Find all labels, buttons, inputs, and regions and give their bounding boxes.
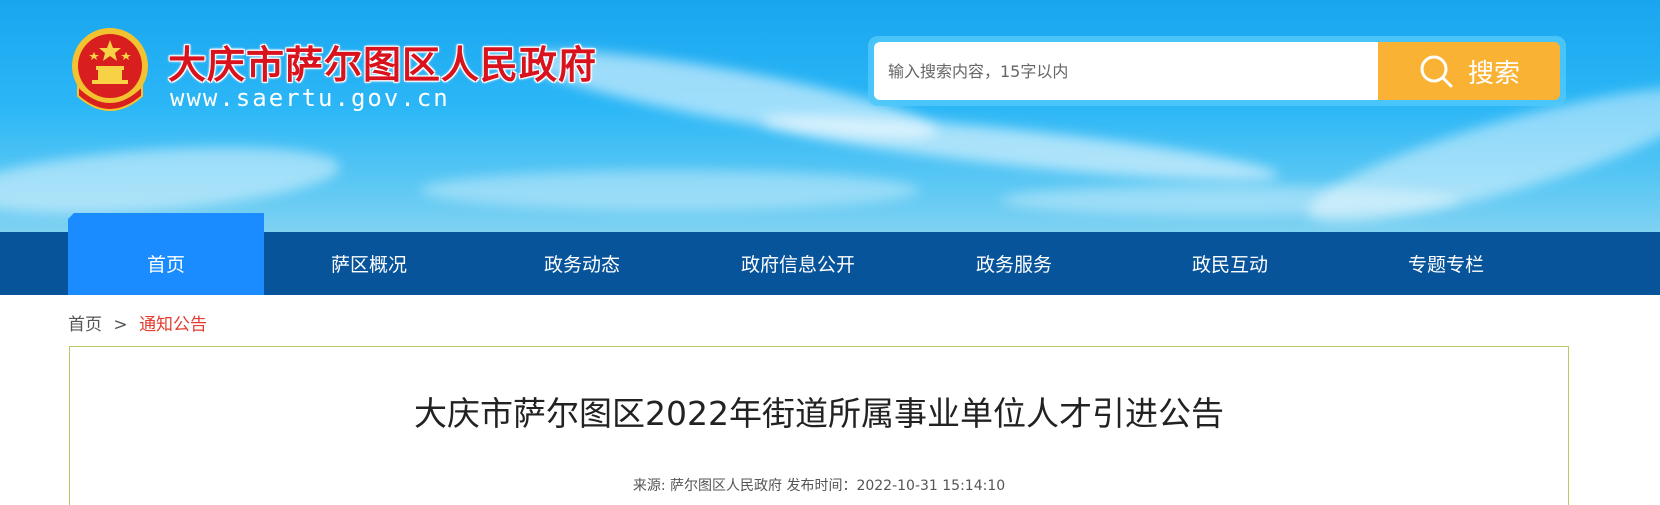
banner-cloud bbox=[0, 136, 342, 224]
nav-item-label: 首页 bbox=[146, 254, 185, 276]
nav-item-overview[interactable]: 萨区概况 bbox=[264, 232, 474, 295]
site-url: www.saertu.gov.cn bbox=[170, 84, 450, 112]
breadcrumb-home[interactable]: 首页 bbox=[68, 315, 102, 335]
nav-item-topics[interactable]: 专题专栏 bbox=[1338, 232, 1554, 295]
breadcrumb-current[interactable]: 通知公告 bbox=[139, 315, 207, 335]
nav-item-label: 政民互动 bbox=[1191, 254, 1268, 276]
search-button-label: 搜索 bbox=[1467, 58, 1520, 89]
nav-item-label: 政务服务 bbox=[975, 254, 1052, 276]
breadcrumb-separator: > bbox=[113, 315, 128, 335]
site-title[interactable]: 大庆市萨尔图区人民政府 bbox=[168, 34, 597, 89]
search-button[interactable]: 搜索 bbox=[1378, 42, 1560, 100]
search-icon bbox=[1420, 55, 1453, 88]
search-box: 搜索 bbox=[868, 36, 1566, 106]
article-panel: 大庆市萨尔图区2022年街道所属事业单位人才引进公告 来源: 萨尔图区人民政府 … bbox=[69, 346, 1569, 505]
search-inner: 搜索 bbox=[874, 42, 1560, 100]
article-meta: 来源: 萨尔图区人民政府 发布时间：2022-10-31 15:14:10 bbox=[632, 478, 1006, 494]
main-nav: 首页 萨区概况 政务动态 政府信息公开 政务服务 政民互动 专题专栏 bbox=[0, 213, 1660, 295]
nav-item-label: 政务动态 bbox=[543, 254, 620, 276]
nav-item-info-disclosure[interactable]: 政府信息公开 bbox=[690, 232, 906, 295]
breadcrumb: 首页 > 通知公告 bbox=[68, 310, 207, 335]
nav-item-news[interactable]: 政务动态 bbox=[474, 232, 690, 295]
banner-cloud bbox=[420, 170, 920, 210]
nav-item-label: 萨区概况 bbox=[330, 254, 407, 276]
nav-item-interaction[interactable]: 政民互动 bbox=[1122, 232, 1338, 295]
national-emblem-icon bbox=[72, 28, 148, 111]
article-title: 大庆市萨尔图区2022年街道所属事业单位人才引进公告 bbox=[414, 394, 1224, 433]
nav-list: 首页 萨区概况 政务动态 政府信息公开 政务服务 政民互动 专题专栏 bbox=[68, 213, 1554, 295]
header-banner: 大庆市萨尔图区人民政府 www.saertu.gov.cn 搜索 bbox=[0, 0, 1660, 232]
nav-item-label: 专题专栏 bbox=[1407, 254, 1484, 276]
banner-cloud bbox=[1000, 185, 1460, 215]
search-input[interactable] bbox=[874, 42, 1378, 100]
nav-item-home[interactable]: 首页 bbox=[68, 213, 264, 295]
nav-item-label: 政府信息公开 bbox=[740, 254, 855, 276]
nav-item-services[interactable]: 政务服务 bbox=[906, 232, 1122, 295]
